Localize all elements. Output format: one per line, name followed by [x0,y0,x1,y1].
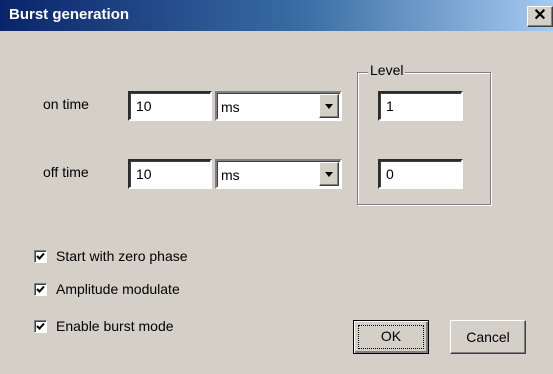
checkmark-icon [36,285,45,293]
close-button[interactable]: ✕ [527,6,553,27]
amplitude-modulate-checkbox[interactable] [34,283,47,296]
on-time-unit-value: ms [221,99,240,115]
off-time-label: off time [43,164,89,180]
checkmark-icon [36,252,45,260]
cancel-button[interactable]: Cancel [450,320,526,354]
level-off-input[interactable]: 0 [378,159,463,189]
on-time-unit-select[interactable]: ms [215,91,342,121]
enable-burst-mode-label: Enable burst mode [56,318,174,334]
close-icon: ✕ [533,7,547,24]
amplitude-modulate-label: Amplitude modulate [56,281,180,297]
off-time-input[interactable]: 10 [128,159,212,189]
chevron-down-icon [325,104,333,109]
off-time-unit-select[interactable]: ms [215,159,342,189]
level-group-label: Level [368,62,406,78]
start-zero-phase-label: Start with zero phase [56,248,188,264]
checkmark-icon [36,322,45,330]
level-on-input[interactable]: 1 [378,91,463,121]
window-title: Burst generation [9,6,130,23]
start-zero-phase-checkbox[interactable] [34,250,47,263]
on-time-input[interactable]: 10 [128,91,212,121]
off-time-unit-value: ms [221,167,240,183]
focus-rectangle [358,325,424,349]
off-time-unit-dropdown-button[interactable] [319,162,339,186]
enable-burst-mode-checkbox[interactable] [34,320,47,333]
title-bar: Burst generation [0,0,553,31]
on-time-label: on time [43,96,89,112]
cancel-button-label: Cancel [466,329,510,345]
chevron-down-icon [325,172,333,177]
on-time-unit-dropdown-button[interactable] [319,94,339,118]
